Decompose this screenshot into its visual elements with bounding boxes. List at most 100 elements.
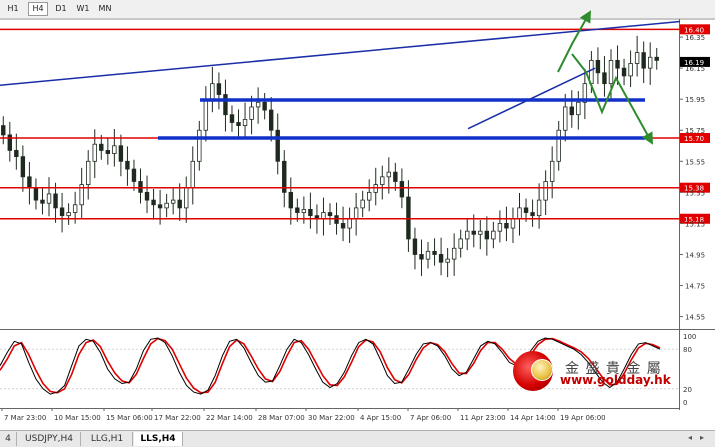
time-tick-label: 7 Mar 23:00: [4, 414, 46, 422]
candle-body: [86, 160, 91, 185]
candle-body: [327, 212, 333, 217]
stochastic-level-label: 0: [683, 399, 687, 407]
candle-body: [432, 250, 437, 255]
candle-body: [236, 122, 241, 126]
candle-body: [157, 204, 163, 209]
candle-body: [92, 143, 97, 162]
tab-scroll-right-icon[interactable]: ▸: [700, 433, 704, 442]
candle-body: [295, 207, 300, 213]
candle-body: [53, 193, 58, 209]
candle-body: [425, 250, 431, 260]
candle-body: [1, 125, 6, 136]
candle-body: [59, 207, 65, 217]
candle-body: [360, 199, 365, 209]
time-tick-label: 22 Mar 14:00: [206, 414, 253, 422]
candle-body: [203, 98, 209, 131]
candle-body: [321, 212, 326, 220]
candle-body: [478, 230, 483, 235]
candle-body: [223, 94, 228, 116]
candle-body: [556, 129, 561, 162]
candlestick-series: [1, 35, 659, 278]
candle-body: [615, 59, 620, 69]
candle-body: [458, 238, 463, 249]
stochastic-level-label: 100: [683, 333, 696, 341]
candle-body: [445, 258, 450, 263]
time-tick-label: 7 Apr 06:00: [410, 414, 451, 422]
level-price-label: 15.70: [684, 135, 704, 143]
candle-body: [471, 230, 476, 235]
candle-body: [576, 101, 581, 116]
chart-tab-usdjpy-h4[interactable]: USDJPY,H4: [18, 432, 81, 446]
candle-body: [249, 106, 254, 120]
candle-body: [125, 160, 130, 170]
price-tick-label: 14.95: [685, 251, 705, 259]
chart-tab-lls-h4[interactable]: LLS,H4: [134, 432, 183, 446]
candle-body: [419, 254, 424, 260]
logo-coin-icon: [531, 359, 553, 381]
trading-chart-window: H1 H4 D1 W1 MN 16.40 15.70 15.38 15.18 16.19…: [0, 0, 715, 447]
candle-body: [262, 101, 267, 111]
candle-body: [46, 193, 52, 204]
candle-body: [380, 176, 385, 185]
candle-body: [536, 199, 542, 217]
candle-body: [112, 145, 117, 154]
candle-body: [628, 63, 633, 77]
candle-body: [569, 106, 574, 116]
price-tick-label: 16.15: [685, 65, 705, 73]
tab-scroll-left-icon[interactable]: ◂: [688, 433, 692, 442]
candle-body: [151, 199, 156, 206]
candle-body: [288, 191, 293, 209]
price-tick-label: 14.55: [685, 314, 705, 322]
candle-body: [334, 215, 339, 224]
goldday-logo: [513, 351, 557, 395]
horizontal-levels: 16.4015.7015.3815.1816.19: [0, 24, 710, 224]
candle-body: [438, 254, 444, 263]
candle-body: [641, 52, 646, 69]
price-tick-label: 15.95: [685, 96, 705, 104]
time-tick-label: 10 Mar 15:00: [54, 414, 101, 422]
candle-body: [523, 207, 529, 213]
candle-body: [563, 106, 568, 131]
price-axis-ticks: 16.35 16.15 15.95 15.75 15.55 15.35 15.15 14.95…: [679, 34, 705, 322]
candle-body: [242, 118, 248, 126]
candle-body: [99, 143, 104, 151]
candle-body: [451, 247, 457, 260]
time-axis-ticks: 7 Mar 23:00 10 Mar 15:00 15 Mar 06:00 17 Ma…: [1, 408, 606, 422]
time-tick-label: 11 Apr 23:00: [460, 414, 506, 422]
candle-body: [229, 114, 235, 123]
candle-body: [386, 171, 392, 178]
chart-tab-bar: 4 USDJPY,H4 LLG,H1 LLS,H4 ◂ ▸: [0, 430, 715, 447]
candle-body: [510, 218, 516, 229]
price-tick-label: 14.75: [685, 283, 705, 291]
candle-body: [595, 59, 601, 74]
candle-body: [634, 52, 640, 64]
candle-body: [20, 156, 26, 178]
logo-url[interactable]: www.goldday.hk: [560, 373, 671, 387]
time-tick-label: 17 Mar 22:00: [154, 414, 201, 422]
candle-body: [647, 56, 653, 69]
time-tick-label: 4 Apr 15:00: [360, 414, 401, 422]
candle-body: [190, 160, 195, 189]
candle-body: [406, 196, 411, 240]
stochastic-level-label: 20: [683, 386, 692, 394]
chart-tab-llg-h1[interactable]: LLG,H1: [82, 432, 133, 446]
candle-body: [216, 83, 222, 95]
candle-body: [399, 181, 405, 198]
candle-body: [621, 67, 627, 77]
candle-body: [340, 223, 346, 229]
time-tick-label: 14 Apr 14:00: [510, 414, 556, 422]
candle-body: [40, 199, 45, 204]
candle-body: [184, 187, 189, 209]
candle-body: [66, 212, 71, 217]
chart-tab-partial[interactable]: 4: [0, 432, 17, 446]
time-tick-label: 19 Apr 06:00: [560, 414, 606, 422]
candle-body: [602, 72, 607, 85]
price-tick-label: 15.55: [685, 158, 705, 166]
candle-body: [255, 101, 261, 108]
candle-body: [268, 109, 274, 131]
candle-body: [177, 199, 182, 209]
price-tick-label: 15.75: [685, 127, 705, 135]
candle-body: [170, 199, 176, 204]
candle-body: [491, 230, 496, 240]
price-tick-label: 15.35: [685, 189, 705, 197]
